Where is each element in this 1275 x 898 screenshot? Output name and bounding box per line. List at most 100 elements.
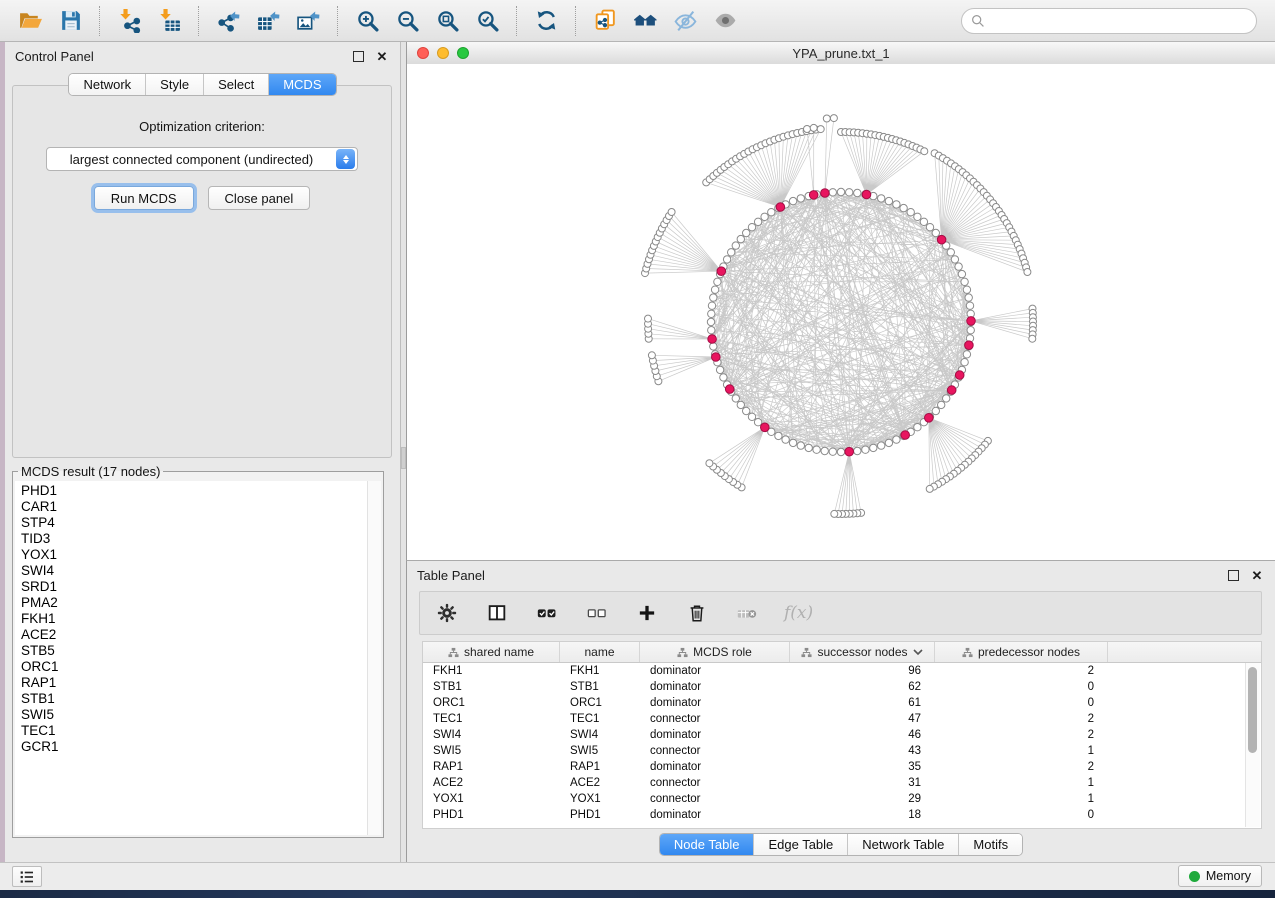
export-table-button[interactable]: [251, 4, 285, 38]
table-row[interactable]: YOX1YOX1connector291: [423, 791, 1261, 807]
cell[interactable]: 31: [790, 777, 935, 789]
cell[interactable]: STB1: [560, 681, 640, 693]
network-window-titlebar[interactable]: YPA_prune.txt_1: [407, 42, 1275, 65]
mcds-result-item[interactable]: TID3: [21, 531, 381, 547]
cell[interactable]: 1: [935, 777, 1108, 789]
cell[interactable]: 2: [935, 761, 1108, 773]
table-scrollbar[interactable]: [1245, 663, 1260, 827]
network-svg[interactable]: [407, 64, 1275, 559]
network-canvas[interactable]: [407, 64, 1275, 559]
save-session-button[interactable]: [53, 4, 87, 38]
table-tab-motifs[interactable]: Motifs: [959, 834, 1022, 855]
table-row[interactable]: TEC1TEC1connector472: [423, 711, 1261, 727]
table-row[interactable]: PHD1PHD1dominator180: [423, 807, 1261, 823]
cell[interactable]: connector: [640, 777, 790, 789]
zoom-selected-button[interactable]: [470, 4, 504, 38]
run-mcds-button[interactable]: Run MCDS: [94, 186, 194, 210]
table-row[interactable]: FKH1FKH1dominator962: [423, 663, 1261, 679]
mcds-result-item[interactable]: FKH1: [21, 611, 381, 627]
scrollbar-thumb[interactable]: [1248, 667, 1257, 753]
add-row-button[interactable]: [634, 600, 660, 626]
mcds-result-item[interactable]: SWI5: [21, 707, 381, 723]
cell[interactable]: dominator: [640, 665, 790, 677]
cell[interactable]: connector: [640, 793, 790, 805]
mcds-result-item[interactable]: PHD1: [21, 483, 381, 499]
cell[interactable]: PHD1: [423, 809, 560, 821]
cell[interactable]: TEC1: [560, 713, 640, 725]
cell[interactable]: dominator: [640, 681, 790, 693]
optimization-criterion-select[interactable]: largest connected component (undirected): [46, 147, 358, 171]
cell[interactable]: dominator: [640, 809, 790, 821]
cell[interactable]: YOX1: [560, 793, 640, 805]
column-header-successor-nodes[interactable]: successor nodes: [790, 642, 935, 662]
mcds-result-item[interactable]: STB1: [21, 691, 381, 707]
export-network-button[interactable]: [211, 4, 245, 38]
clone-network-button[interactable]: [588, 4, 622, 38]
table-row[interactable]: RAP1RAP1dominator352: [423, 759, 1261, 775]
cell[interactable]: 96: [790, 665, 935, 677]
show-hidden-button[interactable]: [708, 4, 742, 38]
function-builder-button[interactable]: f(x): [784, 600, 813, 626]
cell[interactable]: dominator: [640, 697, 790, 709]
cell[interactable]: 61: [790, 697, 935, 709]
mcds-result-item[interactable]: STP4: [21, 515, 381, 531]
cell[interactable]: 47: [790, 713, 935, 725]
open-file-button[interactable]: [13, 4, 47, 38]
table-row[interactable]: SWI5SWI5connector431: [423, 743, 1261, 759]
close-panel-button-mcds[interactable]: Close panel: [208, 186, 311, 210]
table-tab-edge-table[interactable]: Edge Table: [754, 834, 848, 855]
cell[interactable]: 1: [935, 745, 1108, 757]
cell[interactable]: FKH1: [423, 665, 560, 677]
cell[interactable]: ORC1: [423, 697, 560, 709]
table-row[interactable]: ACE2ACE2connector311: [423, 775, 1261, 791]
cell[interactable]: STB1: [423, 681, 560, 693]
list-scrollbar[interactable]: [367, 481, 381, 835]
show-columns-button[interactable]: [484, 600, 510, 626]
import-network-button[interactable]: [112, 4, 146, 38]
refresh-view-button[interactable]: [529, 4, 563, 38]
cell[interactable]: 1: [935, 793, 1108, 805]
memory-button[interactable]: Memory: [1178, 865, 1262, 887]
cell[interactable]: ORC1: [560, 697, 640, 709]
table-tab-node-table[interactable]: Node Table: [660, 834, 755, 855]
mcds-result-item[interactable]: SRD1: [21, 579, 381, 595]
mcds-result-item[interactable]: STB5: [21, 643, 381, 659]
zoom-in-button[interactable]: [350, 4, 384, 38]
cell[interactable]: 62: [790, 681, 935, 693]
cell[interactable]: YOX1: [423, 793, 560, 805]
cell[interactable]: SWI5: [423, 745, 560, 757]
cell[interactable]: 29: [790, 793, 935, 805]
cell[interactable]: 2: [935, 713, 1108, 725]
zoom-fit-button[interactable]: [430, 4, 464, 38]
cell[interactable]: 35: [790, 761, 935, 773]
mcds-result-item[interactable]: TEC1: [21, 723, 381, 739]
column-header-shared-name[interactable]: shared name: [423, 642, 560, 662]
show-task-history-button[interactable]: [12, 866, 42, 887]
cell[interactable]: SWI4: [560, 729, 640, 741]
cell[interactable]: RAP1: [560, 761, 640, 773]
cell[interactable]: RAP1: [423, 761, 560, 773]
deselect-all-button[interactable]: [584, 600, 610, 626]
close-panel-button[interactable]: ✕: [374, 48, 390, 64]
tab-network[interactable]: Network: [69, 74, 146, 95]
mcds-result-item[interactable]: YOX1: [21, 547, 381, 563]
table-row[interactable]: STB1STB1dominator620: [423, 679, 1261, 695]
tab-select[interactable]: Select: [204, 74, 269, 95]
cell[interactable]: FKH1: [560, 665, 640, 677]
mcds-result-item[interactable]: CAR1: [21, 499, 381, 515]
tab-mcds[interactable]: MCDS: [269, 74, 335, 95]
cell[interactable]: 43: [790, 745, 935, 757]
mcds-result-item[interactable]: GCR1: [21, 739, 381, 755]
zoom-out-button[interactable]: [390, 4, 424, 38]
cell[interactable]: dominator: [640, 729, 790, 741]
cell[interactable]: TEC1: [423, 713, 560, 725]
export-image-button[interactable]: [291, 4, 325, 38]
column-header-name[interactable]: name: [560, 642, 640, 662]
mcds-result-item[interactable]: ACE2: [21, 627, 381, 643]
cell[interactable]: 18: [790, 809, 935, 821]
float-table-panel-button[interactable]: [1225, 567, 1241, 583]
mcds-result-item[interactable]: ORC1: [21, 659, 381, 675]
table-options-button[interactable]: [434, 600, 460, 626]
delete-table-button[interactable]: [734, 600, 760, 626]
cell[interactable]: SWI4: [423, 729, 560, 741]
